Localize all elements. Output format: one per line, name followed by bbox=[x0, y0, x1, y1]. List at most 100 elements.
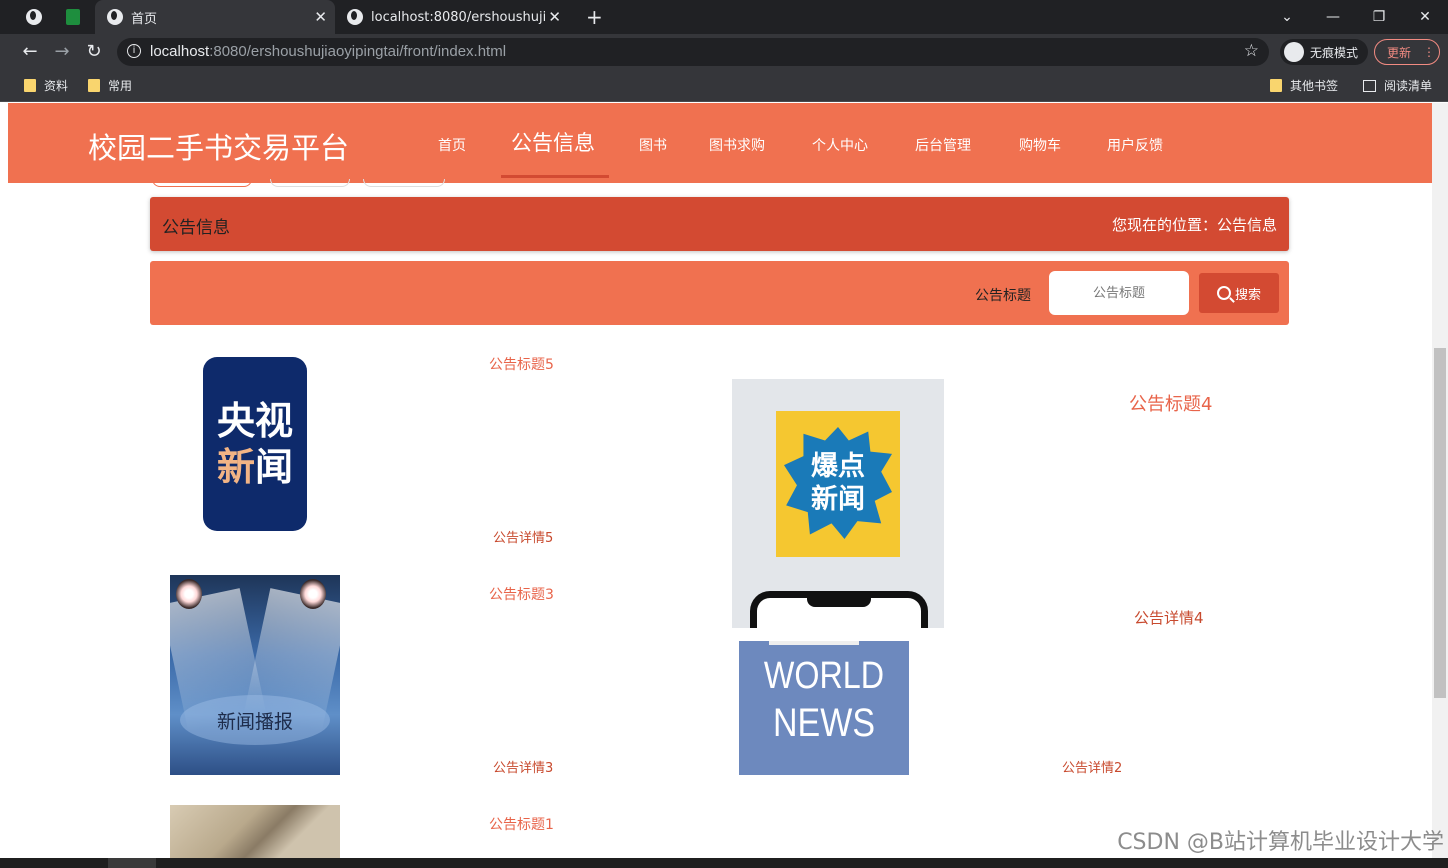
address-toolbar: ← → ↻ i localhost:8080/ershoushujiaoyipi… bbox=[0, 34, 1448, 70]
back-arrow-icon[interactable]: ← bbox=[19, 41, 41, 63]
image-text: 央视 bbox=[216, 399, 293, 443]
other-bookmarks[interactable]: 其他书签 bbox=[1270, 77, 1338, 94]
news-title[interactable]: 公告标题1 bbox=[489, 814, 554, 834]
close-tab-icon[interactable]: ✕ bbox=[548, 8, 561, 26]
globe-icon bbox=[107, 9, 123, 25]
close-tab-icon[interactable]: ✕ bbox=[314, 8, 327, 26]
image-text: 新闻 bbox=[811, 484, 865, 515]
news-thumbnail[interactable] bbox=[170, 805, 340, 858]
search-label: 公告标题 bbox=[975, 288, 1031, 304]
web-page: 校园二手书交易平台 首页 公告信息 图书 图书求购 个人中心 后台管理 购物车 … bbox=[8, 103, 1432, 858]
nav-feedback[interactable]: 用户反馈 bbox=[1107, 135, 1163, 155]
news-thumbnail[interactable]: WORLD NEWS bbox=[739, 641, 909, 775]
bookmark-label: 常用 bbox=[108, 79, 133, 93]
image-text: WORLD bbox=[763, 655, 885, 697]
bookmark-label: 资料 bbox=[44, 79, 69, 93]
site-logo[interactable]: 校园二手书交易平台 bbox=[88, 125, 349, 167]
search-button[interactable]: 搜索 bbox=[1199, 273, 1279, 313]
nav-announcements[interactable]: 公告信息 bbox=[511, 127, 595, 157]
update-label: 更新 bbox=[1387, 45, 1412, 60]
bookmark-folder[interactable]: 常用 bbox=[88, 77, 132, 94]
image-text: 新 bbox=[216, 445, 255, 489]
globe-icon bbox=[26, 9, 42, 25]
news-title[interactable]: 公告标题5 bbox=[489, 354, 554, 374]
site-info-icon[interactable]: i bbox=[127, 44, 141, 58]
news-detail: 公告详情5 bbox=[493, 531, 554, 546]
forward-arrow-icon[interactable]: → bbox=[51, 41, 73, 63]
url-path: :8080/ershoushujiaoyipingtai/front/index… bbox=[209, 43, 507, 60]
cctv-news-image: 央视 新闻 bbox=[203, 357, 307, 531]
minimize-icon[interactable]: — bbox=[1310, 0, 1356, 34]
other-bookmarks-label: 其他书签 bbox=[1290, 79, 1339, 93]
reload-icon[interactable]: ↻ bbox=[83, 41, 105, 63]
more-menu-icon[interactable]: ⋮ bbox=[1423, 45, 1435, 59]
new-tab-button[interactable]: + bbox=[586, 0, 603, 34]
breadcrumb: 公告信息 您现在的位置：公告信息 bbox=[150, 197, 1289, 251]
incognito-indicator[interactable]: 无痕模式 bbox=[1280, 39, 1368, 65]
news-thumbnail[interactable]: 新闻播报 bbox=[170, 575, 340, 775]
reading-list[interactable]: 阅读清单 bbox=[1363, 77, 1432, 94]
partial-button[interactable] bbox=[270, 179, 350, 187]
partial-button[interactable] bbox=[152, 179, 252, 187]
browser-tab-localhost[interactable]: localhost:8080/ershoushujiaoy ✕ bbox=[335, 0, 573, 34]
news-detail[interactable]: 公告详情2 bbox=[1062, 757, 1122, 776]
news-title[interactable]: 公告标题4 bbox=[1129, 390, 1212, 416]
spotlight-icon bbox=[176, 579, 202, 609]
watermark: CSDN @B站计算机毕业设计大学 bbox=[1117, 830, 1444, 855]
breadcrumb-location: 您现在的位置：公告信息 bbox=[1111, 216, 1277, 234]
phone-graphic bbox=[750, 591, 928, 628]
tab-title: 首页 bbox=[131, 11, 158, 27]
url-text[interactable]: localhost:8080/ershoushujiaoyipingtai/fr… bbox=[150, 43, 506, 60]
restore-icon[interactable]: ❐ bbox=[1356, 0, 1402, 34]
browser-tab-strip: 首页 ✕ localhost:8080/ershoushujiaoy ✕ + ⌄… bbox=[0, 0, 1448, 34]
reading-list-icon bbox=[1363, 79, 1376, 92]
news-thumbnail[interactable]: 爆点 新闻 bbox=[732, 379, 944, 628]
news-title[interactable]: 公告标题3 bbox=[489, 584, 554, 604]
bookmark-star-icon[interactable]: ☆ bbox=[1244, 41, 1259, 61]
image-text: 闻 bbox=[255, 445, 294, 489]
bookmarks-bar: 资料 常用 其他书签 阅读清单 bbox=[0, 70, 1448, 102]
spreadsheet-icon bbox=[66, 9, 80, 25]
page-scrollbar[interactable] bbox=[1432, 103, 1448, 858]
search-button-label: 搜索 bbox=[1234, 287, 1261, 303]
incognito-icon bbox=[1284, 42, 1304, 62]
news-detail: 公告详情3 bbox=[493, 761, 554, 776]
reading-list-label: 阅读清单 bbox=[1384, 79, 1433, 93]
close-window-icon[interactable]: ✕ bbox=[1402, 0, 1448, 34]
news-thumbnail[interactable]: 央视 新闻 bbox=[170, 353, 340, 535]
image-edge bbox=[769, 641, 859, 645]
taskbar-item[interactable] bbox=[108, 858, 156, 868]
tab-title: localhost:8080/ershoushujiaoy bbox=[371, 9, 545, 25]
bookmark-folder[interactable]: 资料 bbox=[24, 77, 68, 94]
nav-cart[interactable]: 购物车 bbox=[1019, 135, 1061, 155]
update-button[interactable]: 更新 ⋮ bbox=[1374, 39, 1440, 65]
browser-tab-home[interactable]: 首页 ✕ bbox=[95, 0, 335, 34]
nav-book-requests[interactable]: 图书求购 bbox=[709, 135, 765, 155]
search-icon bbox=[1216, 286, 1231, 300]
folder-icon bbox=[1270, 79, 1282, 92]
folder-icon bbox=[88, 79, 100, 92]
image-text: 爆点 bbox=[811, 451, 865, 482]
folder-icon bbox=[24, 79, 36, 92]
os-taskbar bbox=[0, 858, 1448, 868]
nav-personal-center[interactable]: 个人中心 bbox=[812, 135, 868, 155]
pinned-sheet-tab[interactable] bbox=[66, 0, 86, 34]
baodian-news-image: 爆点 新闻 bbox=[776, 411, 900, 557]
search-input[interactable] bbox=[1049, 271, 1189, 315]
url-host: localhost bbox=[150, 43, 210, 60]
nav-books[interactable]: 图书 bbox=[639, 135, 667, 155]
pinned-tab[interactable] bbox=[26, 0, 46, 34]
partial-button[interactable] bbox=[363, 179, 445, 187]
image-text: 新闻播报 bbox=[216, 711, 293, 733]
page-title: 公告信息 bbox=[162, 218, 230, 238]
url-omnibox[interactable]: i localhost:8080/ershoushujiaoyipingtai/… bbox=[117, 38, 1269, 66]
nav-home[interactable]: 首页 bbox=[438, 135, 466, 155]
scrollbar-thumb[interactable] bbox=[1434, 348, 1446, 698]
site-header: 校园二手书交易平台 首页 公告信息 图书 图书求购 个人中心 后台管理 购物车 … bbox=[8, 103, 1432, 183]
search-panel: 公告标题 搜索 bbox=[150, 261, 1289, 325]
tab-search-icon[interactable]: ⌄ bbox=[1264, 0, 1310, 34]
spotlight-icon bbox=[300, 579, 326, 609]
nav-admin[interactable]: 后台管理 bbox=[915, 135, 971, 155]
news-detail: 公告详情4 bbox=[1134, 609, 1204, 627]
globe-icon bbox=[347, 9, 363, 25]
